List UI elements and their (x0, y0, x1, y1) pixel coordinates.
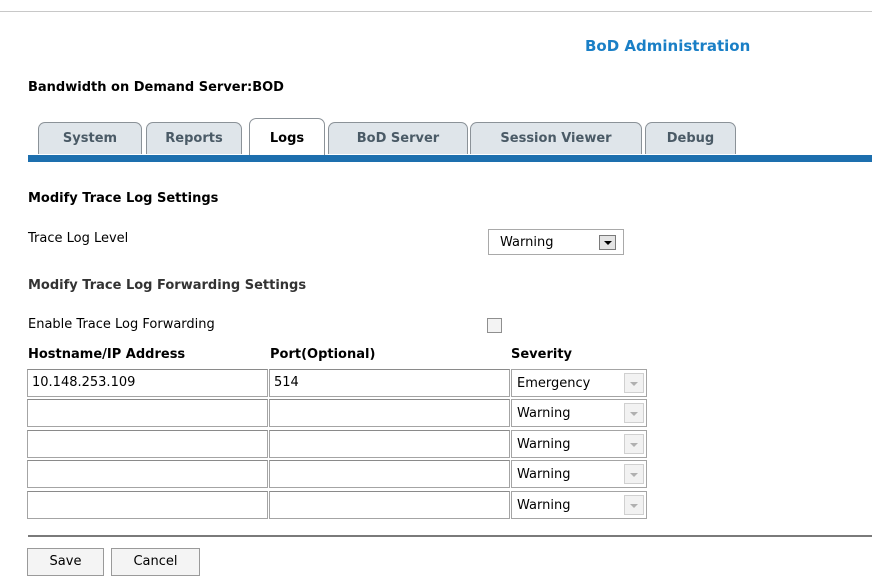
chevron-down-icon[interactable] (624, 434, 644, 454)
tab-reports[interactable]: Reports (146, 122, 242, 154)
cancel-button[interactable]: Cancel (111, 548, 200, 576)
severity-value: Warning (517, 437, 571, 452)
host-input[interactable] (27, 491, 268, 519)
table-row: Warning (27, 490, 647, 520)
severity-value: Emergency (517, 376, 591, 391)
severity-value: Warning (517, 467, 571, 482)
column-header-severity: Severity (511, 347, 573, 362)
column-header-host: Hostname/IP Address (28, 347, 186, 362)
tab-bod-server[interactable]: BoD Server (328, 122, 468, 154)
trace-settings-heading: Modify Trace Log Settings (28, 191, 219, 206)
tab-bar (28, 155, 872, 162)
tab-session-viewer[interactable]: Session Viewer (470, 122, 642, 154)
chevron-down-icon[interactable] (599, 235, 616, 250)
host-input[interactable] (27, 399, 268, 427)
table-row: Warning (27, 459, 647, 489)
top-divider (0, 11, 872, 12)
chevron-down-icon[interactable] (624, 464, 644, 484)
chevron-down-icon[interactable] (624, 403, 644, 423)
host-input[interactable] (27, 460, 268, 488)
actions-divider (28, 535, 872, 537)
severity-select[interactable]: Emergency (511, 369, 647, 397)
severity-select[interactable]: Warning (511, 399, 647, 427)
host-input[interactable] (27, 430, 268, 458)
tab-debug[interactable]: Debug (645, 122, 736, 154)
trace-level-select[interactable]: Warning (488, 229, 624, 255)
port-input[interactable] (269, 399, 510, 427)
host-input[interactable]: 10.148.253.109 (27, 369, 268, 397)
enable-forwarding-label: Enable Trace Log Forwarding (28, 317, 215, 332)
severity-select[interactable]: Warning (511, 430, 647, 458)
severity-value: Warning (517, 498, 571, 513)
table-row: Warning (27, 429, 647, 459)
port-input[interactable] (269, 460, 510, 488)
tab-logs[interactable]: Logs (249, 118, 325, 155)
column-header-port: Port(Optional) (270, 347, 376, 362)
chevron-down-icon[interactable] (624, 373, 644, 393)
server-title: Bandwidth on Demand Server:BOD (28, 80, 284, 95)
port-input[interactable] (269, 491, 510, 519)
app-title: BoD Administration (585, 37, 751, 55)
table-row: Warning (27, 398, 647, 428)
tab-system[interactable]: System (38, 122, 142, 154)
enable-forwarding-checkbox[interactable] (487, 318, 502, 333)
severity-value: Warning (517, 406, 571, 421)
trace-level-value: Warning (500, 235, 554, 250)
severity-select[interactable]: Warning (511, 460, 647, 488)
trace-level-label: Trace Log Level (28, 231, 129, 246)
port-input[interactable]: 514 (269, 369, 510, 397)
table-row: 10.148.253.109 514 Emergency (27, 368, 647, 398)
severity-select[interactable]: Warning (511, 491, 647, 519)
port-input[interactable] (269, 430, 510, 458)
save-button[interactable]: Save (27, 548, 104, 576)
chevron-down-icon[interactable] (624, 495, 644, 515)
forwarding-settings-heading: Modify Trace Log Forwarding Settings (28, 278, 307, 293)
